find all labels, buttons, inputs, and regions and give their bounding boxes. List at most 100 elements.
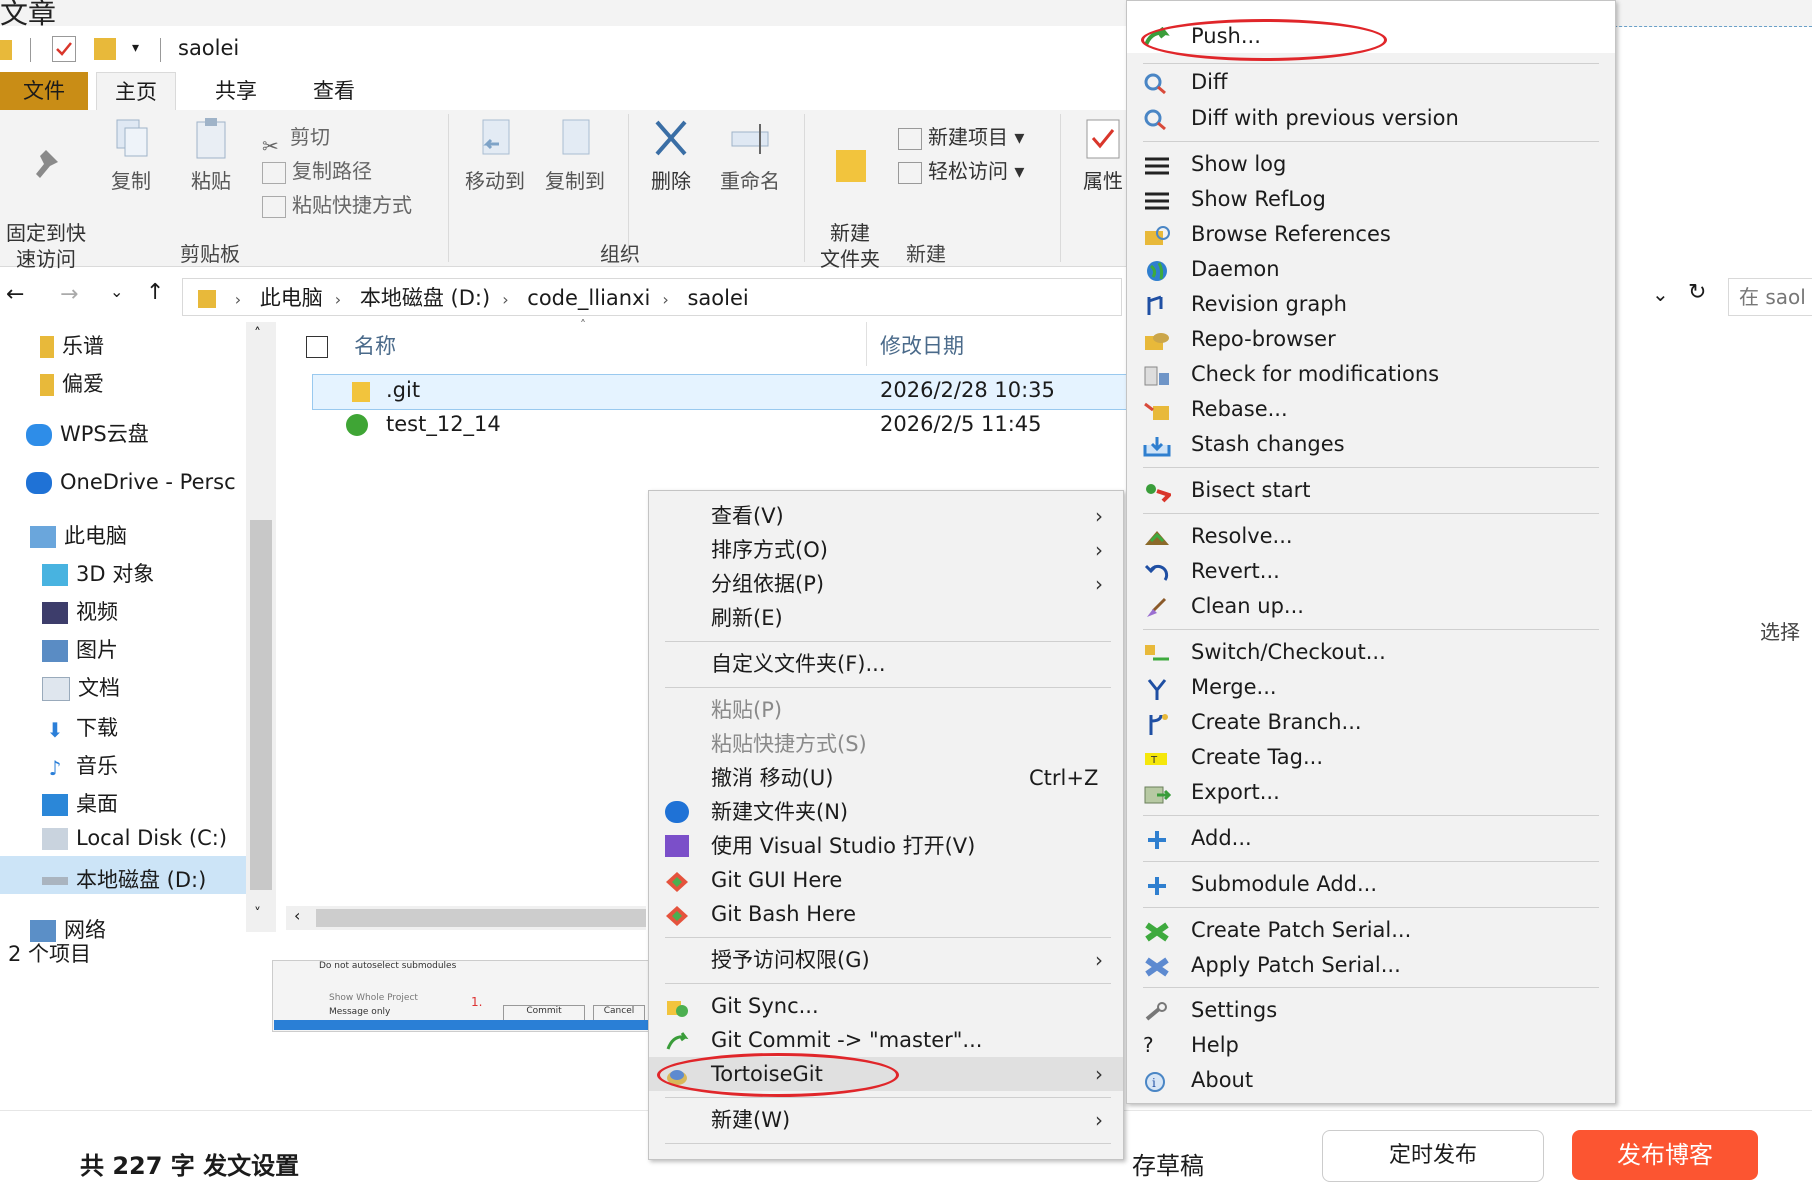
- copy-path-button[interactable]: 复制路径: [262, 154, 372, 188]
- crumb-this-pc[interactable]: 此电脑: [260, 286, 323, 310]
- column-header-name[interactable]: 名称: [354, 330, 396, 360]
- menu-item-grant-access[interactable]: 授予访问权限(G) ›: [649, 943, 1123, 977]
- address-dropdown-icon[interactable]: ⌄: [1652, 282, 1669, 306]
- tab-file[interactable]: 文件: [0, 72, 88, 110]
- submenu-item-check-modifications[interactable]: Check for modifications: [1127, 357, 1615, 391]
- submenu-item-daemon[interactable]: Daemon: [1127, 252, 1615, 286]
- nav-item-downloads[interactable]: ⬇ 下载: [42, 712, 118, 742]
- easy-access-button[interactable]: 轻松访问 ▾: [898, 154, 1024, 188]
- menu-item-open-visual-studio[interactable]: 使用 Visual Studio 打开(V): [649, 829, 1123, 863]
- menu-item-group-by[interactable]: 分组依据(P) ›: [649, 567, 1123, 601]
- submenu-item-browse-references[interactable]: Browse References: [1127, 217, 1615, 251]
- submenu-item-diff-previous[interactable]: Diff with previous version: [1127, 101, 1615, 135]
- copy-button[interactable]: 复制: [100, 116, 162, 194]
- submenu-item-repo-browser[interactable]: Repo-browser: [1127, 322, 1615, 356]
- pin-quick-access-button[interactable]: 固定到快 速访问: [0, 116, 92, 272]
- submenu-item-bisect-start[interactable]: Bisect start: [1127, 473, 1615, 507]
- crumb-drive-d[interactable]: 本地磁盘 (D:): [360, 286, 490, 310]
- submenu-item-show-log[interactable]: Show log: [1127, 147, 1615, 181]
- submenu-item-clean-up[interactable]: Clean up...: [1127, 589, 1615, 623]
- menu-item-git-sync[interactable]: Git Sync...: [649, 989, 1123, 1023]
- scroll-up-icon[interactable]: ˄: [254, 326, 261, 342]
- select-all-checkbox[interactable]: [306, 336, 328, 358]
- paste-shortcut-button[interactable]: 粘贴快捷方式: [262, 188, 412, 222]
- tab-share[interactable]: 共享: [196, 72, 276, 110]
- submenu-item-revert[interactable]: Revert...: [1127, 554, 1615, 588]
- move-to-button[interactable]: 移动到: [460, 116, 530, 194]
- nav-item-3d-objects[interactable]: 3D 对象: [42, 558, 154, 588]
- column-header-date[interactable]: 修改日期: [880, 330, 964, 360]
- recent-dropdown-icon[interactable]: ⌄: [110, 282, 123, 301]
- copy-to-button[interactable]: 复制到: [540, 116, 610, 194]
- menu-item-git-gui[interactable]: Git GUI Here: [649, 863, 1123, 897]
- menu-item-sort[interactable]: 排序方式(O) ›: [649, 533, 1123, 567]
- horizontal-scrollbar-thumb[interactable]: [316, 909, 646, 927]
- submenu-item-show-reflog[interactable]: Show RefLog: [1127, 182, 1615, 216]
- submenu-item-create-tag[interactable]: T Create Tag...: [1127, 740, 1615, 774]
- submenu-item-help[interactable]: ? Help: [1127, 1028, 1615, 1062]
- back-arrow-icon[interactable]: ←: [6, 282, 24, 307]
- nav-item-onedrive[interactable]: OneDrive - Persc: [26, 470, 246, 494]
- menu-item-paste-shortcut[interactable]: 粘贴快捷方式(S): [649, 727, 1123, 761]
- submenu-item-revision-graph[interactable]: Revision graph: [1127, 287, 1615, 321]
- nav-item-local-disk-c[interactable]: Local Disk (C:): [42, 826, 227, 850]
- new-item-button[interactable]: 新建项目 ▾: [898, 120, 1024, 154]
- up-arrow-icon[interactable]: ↑: [146, 280, 164, 305]
- submenu-item-switch-checkout[interactable]: Switch/Checkout...: [1127, 635, 1615, 669]
- timed-publish-button[interactable]: 定时发布: [1322, 1130, 1544, 1182]
- menu-item-view[interactable]: 查看(V) ›: [649, 499, 1123, 533]
- nav-item-desktop[interactable]: 桌面: [42, 788, 118, 818]
- submenu-item-rebase[interactable]: Rebase...: [1127, 392, 1615, 426]
- menu-item-undo-move[interactable]: 撤消 移动(U) Ctrl+Z: [649, 761, 1123, 795]
- crumb-code-llianxi[interactable]: code_llianxi: [527, 286, 650, 310]
- cut-button[interactable]: ✂ 剪切: [262, 120, 330, 158]
- menu-item-paste[interactable]: 粘贴(P): [649, 693, 1123, 727]
- menu-item-new-folder[interactable]: 新建文件夹(N): [649, 795, 1123, 829]
- menu-item-git-commit[interactable]: Git Commit -> "master"...: [649, 1023, 1123, 1057]
- nav-item-music-score[interactable]: 乐谱: [40, 330, 104, 360]
- folder-icon[interactable]: [0, 40, 12, 60]
- paste-button[interactable]: 粘贴: [180, 116, 242, 194]
- submenu-item-submodule-add[interactable]: Submodule Add...: [1127, 867, 1615, 901]
- crumb-saolei[interactable]: saolei: [687, 286, 748, 310]
- nav-item-favorites[interactable]: 偏爱: [40, 368, 104, 398]
- save-draft-button[interactable]: 存草稿: [1132, 1146, 1204, 1181]
- submenu-item-settings[interactable]: Settings: [1127, 993, 1615, 1027]
- submenu-item-export[interactable]: Export...: [1127, 775, 1615, 809]
- scroll-left-icon[interactable]: ‹: [294, 906, 300, 925]
- nav-item-videos[interactable]: 视频: [42, 596, 118, 626]
- properties-check-icon[interactable]: [52, 36, 76, 62]
- nav-item-wps-cloud[interactable]: WPS云盘: [26, 418, 149, 448]
- submenu-item-merge[interactable]: Merge...: [1127, 670, 1615, 704]
- submenu-item-apply-patch[interactable]: Apply Patch Serial...: [1127, 948, 1615, 982]
- new-folder-qa-icon[interactable]: [94, 38, 116, 60]
- forward-arrow-icon[interactable]: →: [60, 282, 78, 307]
- properties-button[interactable]: 属性: [1076, 116, 1130, 194]
- nav-item-pictures[interactable]: 图片: [42, 634, 118, 664]
- menu-item-customize-folder[interactable]: 自定义文件夹(F)...: [649, 647, 1123, 681]
- submenu-item-stash[interactable]: Stash changes: [1127, 427, 1615, 461]
- scroll-down-icon[interactable]: ˅: [254, 906, 261, 922]
- menu-item-new[interactable]: 新建(W) ›: [649, 1103, 1123, 1137]
- nav-item-documents[interactable]: 文档: [42, 672, 120, 702]
- submenu-item-add[interactable]: Add...: [1127, 821, 1615, 855]
- new-folder-button[interactable]: 新建 文件夹: [812, 116, 888, 272]
- nav-item-music[interactable]: ♪ 音乐: [42, 750, 118, 780]
- search-input[interactable]: 在 saol: [1728, 278, 1812, 316]
- menu-item-git-bash[interactable]: Git Bash Here: [649, 897, 1123, 931]
- tab-home[interactable]: 主页: [96, 72, 176, 111]
- submenu-item-resolve[interactable]: Resolve...: [1127, 519, 1615, 553]
- submenu-item-about[interactable]: i About: [1127, 1063, 1615, 1097]
- publish-button[interactable]: 发布博客: [1572, 1130, 1758, 1180]
- refresh-icon[interactable]: ↻: [1688, 280, 1706, 305]
- delete-button[interactable]: 删除: [640, 116, 702, 194]
- menu-item-refresh[interactable]: 刷新(E): [649, 601, 1123, 635]
- rename-button[interactable]: 重命名: [712, 116, 788, 194]
- nav-item-this-pc[interactable]: 此电脑: [30, 520, 127, 550]
- qa-dropdown-icon[interactable]: ▾: [132, 40, 139, 56]
- submenu-item-create-branch[interactable]: Create Branch...: [1127, 705, 1615, 739]
- submenu-item-diff[interactable]: Diff: [1127, 65, 1615, 99]
- nav-scrollbar-thumb[interactable]: [250, 520, 272, 890]
- tab-view[interactable]: 查看: [292, 72, 376, 110]
- submenu-item-create-patch[interactable]: Create Patch Serial...: [1127, 913, 1615, 947]
